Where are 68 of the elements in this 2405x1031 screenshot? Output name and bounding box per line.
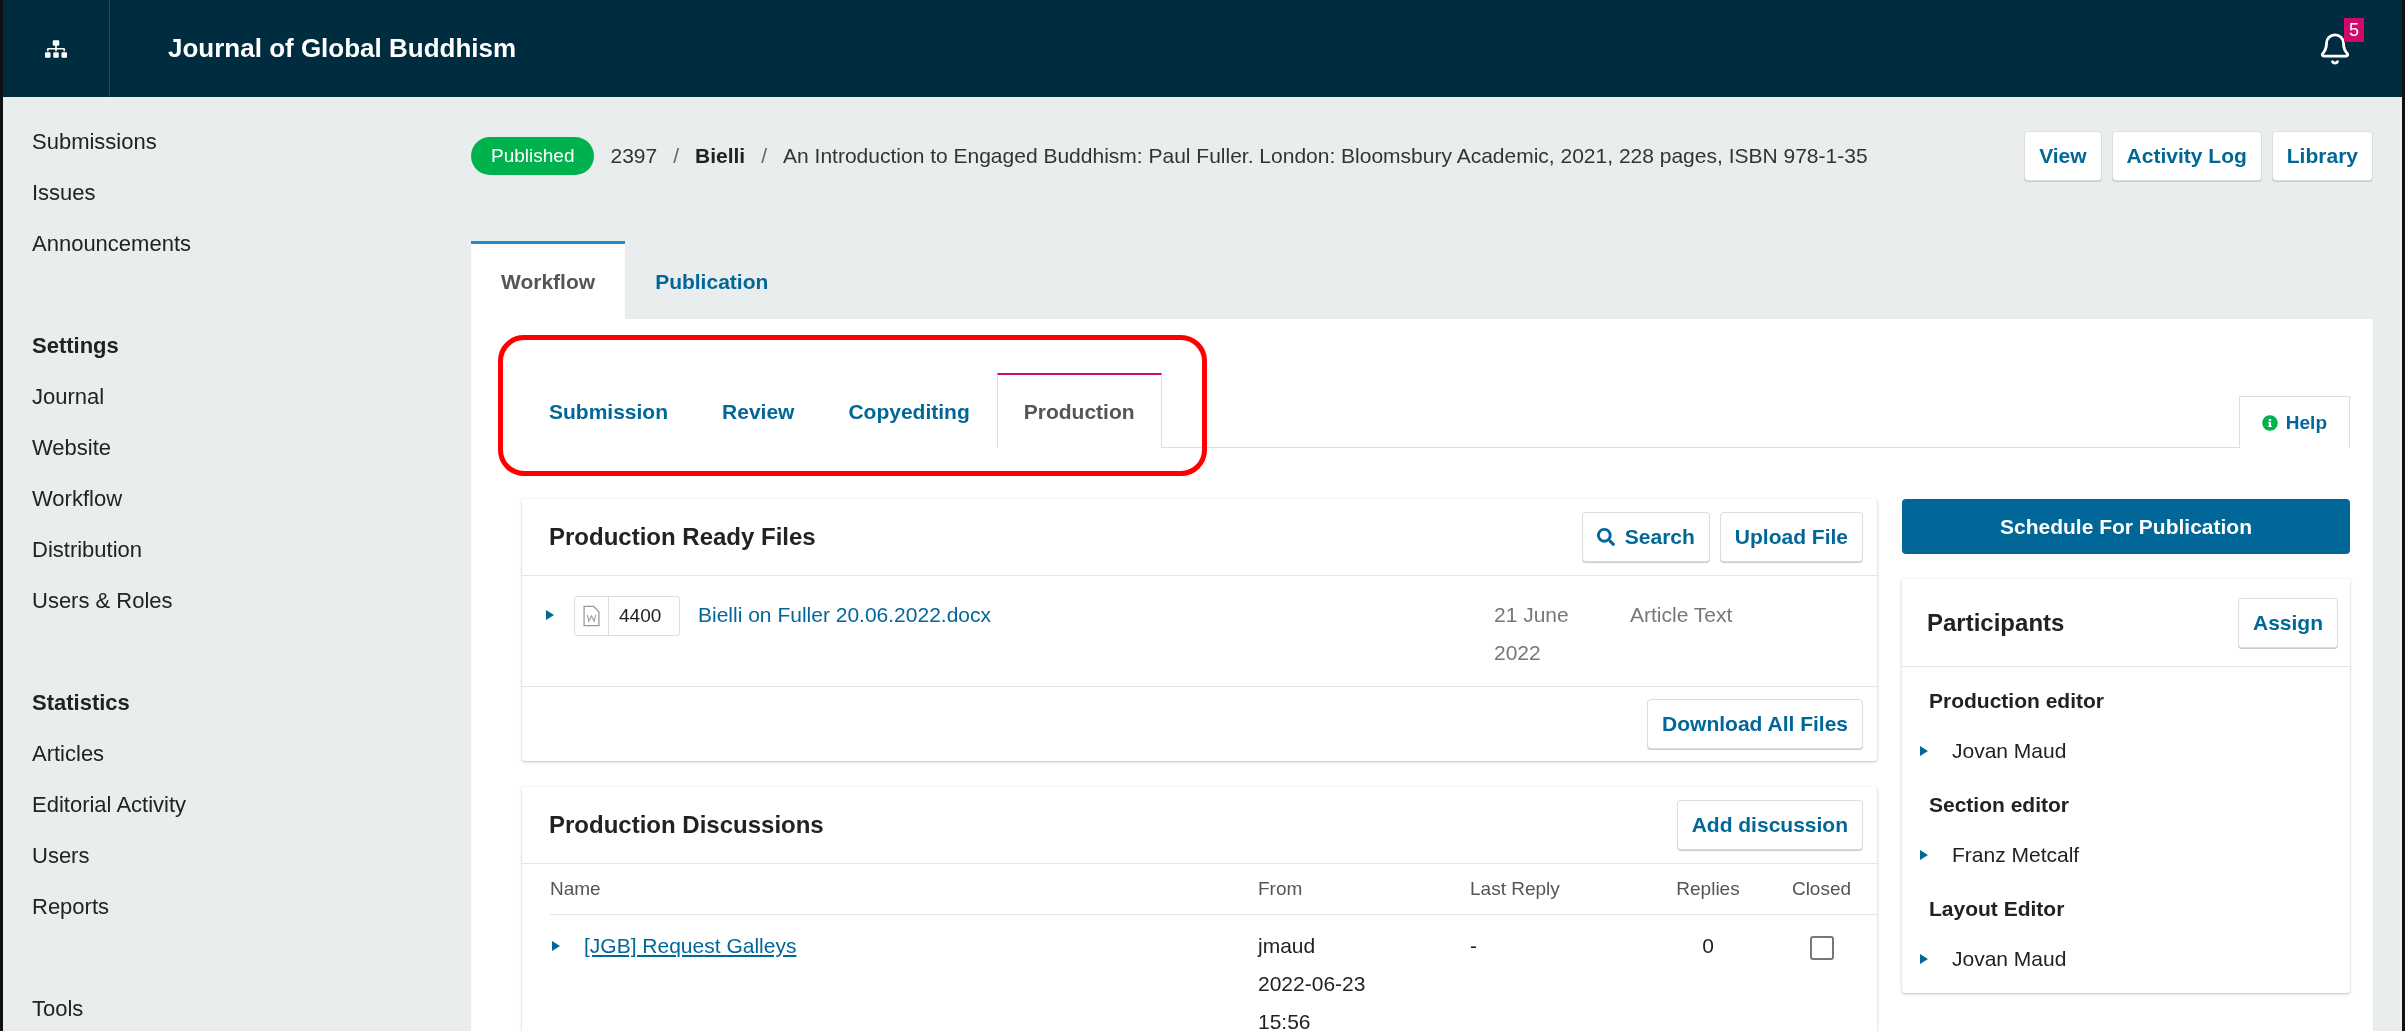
sidebar-item[interactable]: Distribution bbox=[32, 524, 143, 575]
discussion-link[interactable]: [JGB] Request Galleys bbox=[584, 927, 797, 1031]
sidebar-item[interactable]: Reports bbox=[32, 881, 110, 932]
status-badge: Published bbox=[471, 137, 595, 175]
card-title: Participants bbox=[1927, 608, 2065, 637]
assign-button[interactable]: Assign bbox=[2238, 597, 2338, 648]
column-header: Name bbox=[550, 864, 1258, 915]
separator-slash: / bbox=[761, 144, 768, 168]
journal-title: Journal of Global Buddhism bbox=[168, 33, 518, 64]
sidebar-item[interactable]: Issues bbox=[32, 167, 96, 218]
schedule-button[interactable]: Schedule For Publication bbox=[1902, 499, 2350, 554]
closed-checkbox[interactable] bbox=[1809, 936, 1834, 960]
expand-triangle-icon[interactable] bbox=[544, 609, 556, 621]
help-tab[interactable]: Help bbox=[2238, 396, 2350, 448]
sidebar-item[interactable]: Submissions bbox=[32, 116, 157, 167]
participant-name[interactable]: Jovan Maud bbox=[1952, 739, 2067, 763]
stage-tab[interactable]: Production bbox=[996, 373, 1162, 448]
search-button[interactable]: Search bbox=[1581, 512, 1710, 562]
file-id-badge: 4400 bbox=[574, 596, 680, 636]
tab[interactable]: Workflow bbox=[471, 241, 626, 319]
participant-name[interactable]: Jovan Maud bbox=[1952, 947, 2067, 971]
card-title: Production Discussions bbox=[549, 811, 824, 839]
column-header: From bbox=[1258, 864, 1470, 915]
sidebar-item[interactable]: Announcements bbox=[32, 218, 191, 269]
author-name: Bielli bbox=[695, 144, 746, 168]
upload-button[interactable]: Upload File bbox=[1719, 512, 1863, 562]
sidebar-item[interactable]: Tools bbox=[32, 983, 84, 1031]
sidebar-item[interactable]: Website bbox=[32, 422, 112, 473]
file-date: 21 June 2022 bbox=[1494, 602, 1570, 666]
file-link[interactable]: Bielli on Fuller 20.06.2022.docx bbox=[698, 596, 1494, 634]
header-action-button[interactable]: Activity Log bbox=[2111, 131, 2262, 181]
info-icon bbox=[2261, 414, 2278, 431]
column-header: Replies bbox=[1650, 864, 1766, 915]
sidebar-heading: Settings bbox=[32, 332, 120, 360]
submission-title: An Introduction to Engaged Buddhism: Paul Fuller. London: Bloomsbury Academic, 2021, 228 pages, ISBN 978-1-35 bbox=[783, 144, 1869, 168]
expand-triangle-icon[interactable] bbox=[550, 940, 562, 952]
sidebar-item[interactable]: Journal bbox=[32, 371, 105, 422]
sidebar-heading: Statistics bbox=[32, 689, 131, 717]
header-action-button[interactable]: Library bbox=[2271, 131, 2373, 181]
submission-id: 2397 bbox=[610, 144, 658, 168]
expand-triangle-icon[interactable] bbox=[1918, 849, 1930, 861]
table-cell-text: jmaud 2022-06-23 15:56 bbox=[1258, 933, 1367, 1031]
table-cell-text: - bbox=[1470, 933, 1478, 959]
download-all-button[interactable]: Download All Files bbox=[1647, 699, 1863, 749]
sidebar-item[interactable]: Users bbox=[32, 830, 90, 881]
bell-icon[interactable] bbox=[2318, 31, 2352, 66]
expand-triangle-icon[interactable] bbox=[1918, 745, 1930, 757]
notification-count: 5 bbox=[2344, 17, 2364, 42]
participant-name[interactable]: Franz Metcalf bbox=[1952, 843, 2080, 867]
sitemap-icon[interactable] bbox=[45, 37, 67, 60]
role-heading: Section editor bbox=[1928, 792, 2071, 817]
sidebar-item[interactable]: Workflow bbox=[32, 473, 123, 524]
file-type: Article Text bbox=[1630, 602, 1734, 628]
column-header: Last Reply bbox=[1470, 864, 1650, 915]
sidebar-item[interactable]: Editorial Activity bbox=[32, 779, 187, 830]
add-discussion-button[interactable]: Add discussion bbox=[1676, 800, 1863, 850]
sidebar-item[interactable]: Articles bbox=[32, 728, 105, 779]
role-heading: Layout Editor bbox=[1928, 896, 2066, 921]
table-cell-text: 0 bbox=[1701, 933, 1715, 959]
card-title: Production Ready Files bbox=[549, 523, 816, 551]
separator-slash: / bbox=[673, 144, 679, 168]
column-header: Closed bbox=[1766, 864, 1877, 915]
role-heading: Production editor bbox=[1928, 688, 2105, 713]
expand-triangle-icon[interactable] bbox=[1918, 953, 1930, 965]
tab[interactable]: Publication bbox=[625, 241, 799, 319]
header-action-button[interactable]: View bbox=[2024, 131, 2102, 181]
search-icon bbox=[1596, 528, 1615, 546]
sidebar-item[interactable]: Users & Roles bbox=[32, 575, 173, 626]
